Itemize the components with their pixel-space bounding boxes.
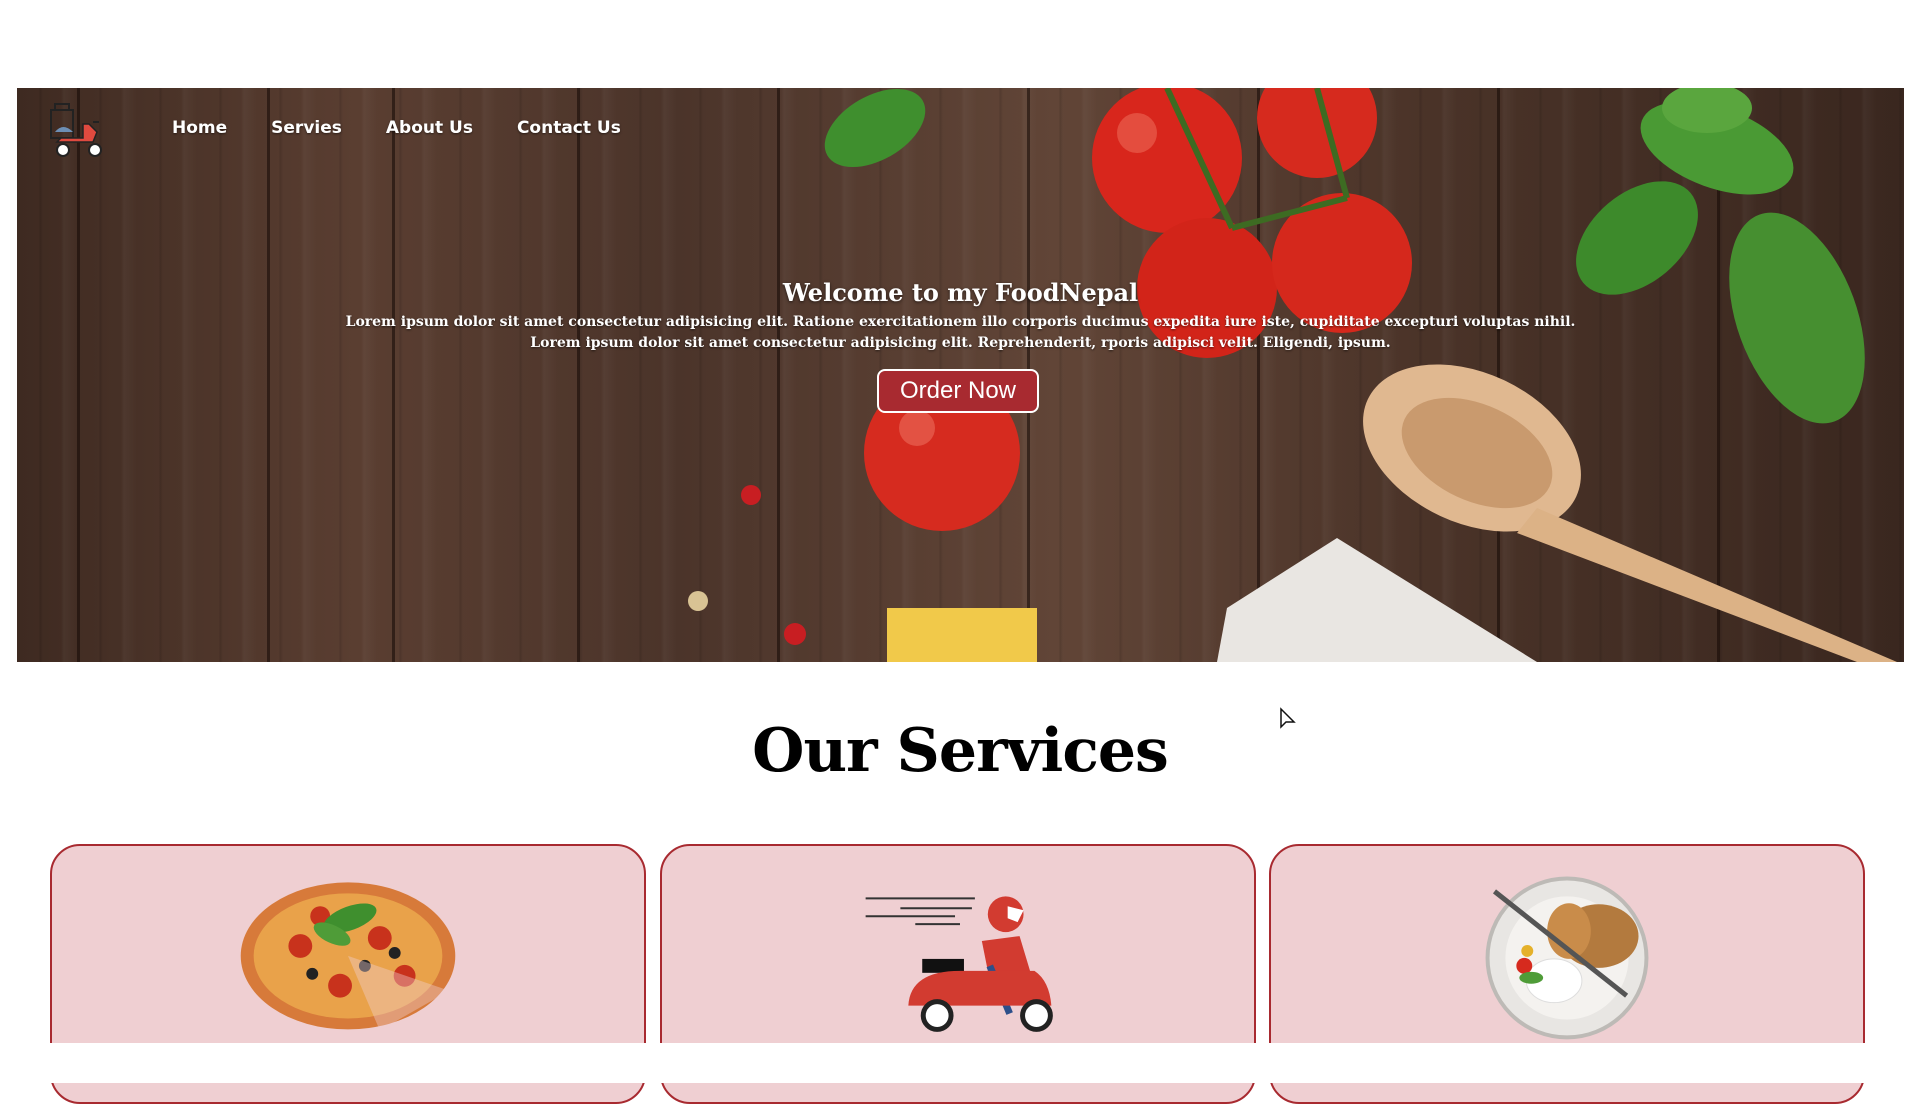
nav-services-link[interactable]: Servies (271, 118, 342, 138)
nav-about-link[interactable]: About Us (386, 118, 473, 138)
plated-meal-icon (1485, 876, 1649, 1040)
hero-description-line-1: Lorem ipsum dolor sit amet consectetur a… (345, 314, 1576, 330)
hero-banner: Home Servies About Us Contact Us Welcome… (17, 88, 1904, 662)
order-now-button[interactable]: Order Now (877, 369, 1039, 413)
hero-description-line-2: Lorem ipsum dolor sit amet consectetur a… (530, 335, 1391, 351)
delivery-logo-icon[interactable] (49, 102, 109, 162)
hero-title: Welcome to my FoodNepal (782, 278, 1139, 307)
viewport-bottom (0, 1043, 1920, 1083)
nav-home-link[interactable]: Home (172, 118, 227, 138)
main-nav: Home Servies About Us Contact Us (172, 118, 665, 138)
page: Home Servies About Us Contact Us Welcome… (0, 0, 1920, 1104)
services-heading: Our Services (752, 716, 1169, 786)
hero-description: Lorem ipsum dolor sit amet consectetur a… (17, 312, 1904, 354)
mouse-cursor-icon (1280, 707, 1296, 729)
pizza-icon (240, 882, 456, 1031)
delivery-scooter-icon (865, 896, 1053, 1032)
nav-contact-link[interactable]: Contact Us (517, 118, 621, 138)
